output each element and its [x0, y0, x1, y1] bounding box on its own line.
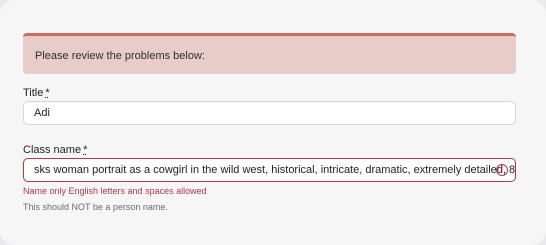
class-name-input[interactable]: sks woman portrait as a cowgirl in the w… [23, 158, 516, 182]
exclamation-circle-icon: ! [496, 164, 508, 176]
class-name-label-text: Class name [23, 144, 82, 156]
class-name-label: Class name * [23, 144, 87, 156]
required-marker: * [45, 87, 50, 99]
error-alert: Please review the problems below: [23, 33, 516, 74]
title-label: Title * [23, 87, 50, 99]
class-name-help-text: This should NOT be a person name. [23, 202, 168, 212]
class-name-error-message: Name only English letters and spaces all… [23, 186, 207, 196]
required-marker: * [83, 144, 88, 156]
class-name-input-value: sks woman portrait as a cowgirl in the w… [34, 164, 516, 176]
form-card: Please review the problems below: Title *… [0, 0, 546, 245]
title-input-value: Adi [34, 107, 50, 119]
title-input[interactable]: Adi [23, 101, 516, 125]
alert-message: Please review the problems below: [35, 50, 205, 62]
title-label-text: Title [23, 87, 44, 99]
